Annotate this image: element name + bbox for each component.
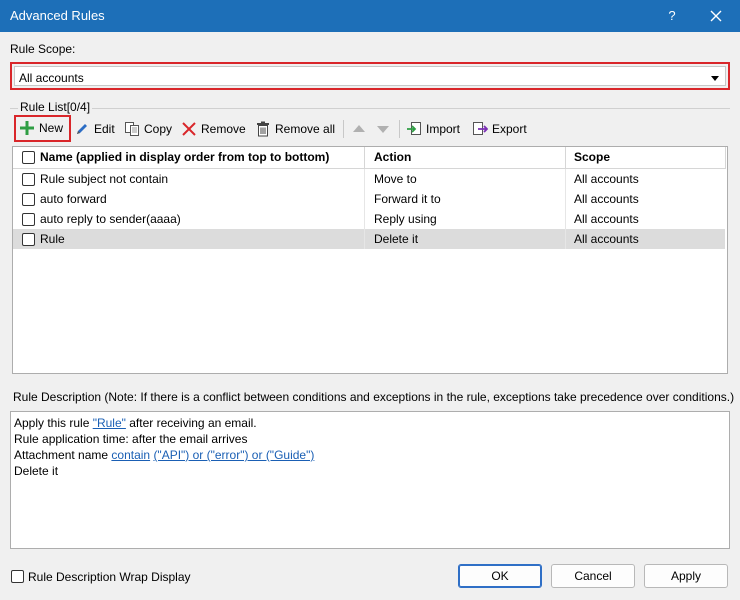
- remove-rule-button[interactable]: Remove: [181, 118, 246, 140]
- column-divider[interactable]: [364, 147, 365, 169]
- copy-rule-label: Copy: [144, 122, 173, 136]
- new-rule-label: New: [39, 121, 64, 135]
- trash-icon: [257, 121, 269, 137]
- rule-action: Reply using: [374, 212, 437, 226]
- table-row[interactable]: auto reply to sender(aaaa) Reply using A…: [13, 209, 725, 229]
- remove-x-icon: [182, 122, 196, 136]
- toolbar-separator-2: [399, 120, 400, 138]
- import-label: Import: [426, 122, 461, 136]
- export-button[interactable]: Export: [472, 118, 527, 140]
- contain-link[interactable]: contain: [111, 448, 150, 462]
- rule-list-label: Rule List[0/4]: [18, 100, 93, 114]
- title-bar: Advanced Rules ?: [0, 0, 740, 32]
- close-button[interactable]: [704, 4, 728, 28]
- rule-scope-value: All accounts: [19, 71, 84, 85]
- rule-scope-select[interactable]: All accounts: [14, 66, 726, 86]
- table-row-selected[interactable]: Rule Delete it All accounts: [13, 229, 725, 249]
- plus-icon: [20, 121, 34, 135]
- row-checkbox[interactable]: [22, 213, 35, 226]
- row-checkbox[interactable]: [22, 193, 35, 206]
- cancel-button[interactable]: Cancel: [551, 564, 635, 588]
- move-down-button[interactable]: [376, 118, 390, 140]
- rule-list-table: Name (applied in display order from top …: [12, 146, 728, 374]
- edit-rule-button[interactable]: Edit: [74, 118, 115, 140]
- rule-name: Rule: [40, 232, 65, 246]
- rule-description-box: Apply this rule "Rule" after receiving a…: [10, 411, 730, 549]
- export-label: Export: [492, 122, 527, 136]
- table-row[interactable]: auto forward Forward it to All accounts: [13, 189, 725, 209]
- column-header-scope[interactable]: Scope: [574, 150, 610, 164]
- rule-action: Delete it: [374, 232, 419, 246]
- description-line-2: Rule application time: after the email a…: [14, 432, 248, 446]
- edit-rule-label: Edit: [94, 122, 115, 136]
- wrap-display-checkbox[interactable]: [11, 570, 24, 583]
- column-divider[interactable]: [565, 147, 566, 169]
- description-line-3: Attachment name contain ("API") or ("err…: [14, 448, 315, 462]
- pencil-icon: [77, 124, 87, 134]
- rule-name: Rule subject not contain: [40, 172, 169, 186]
- table-row[interactable]: Rule subject not contain Move to All acc…: [13, 169, 725, 189]
- remove-rule-label: Remove: [201, 122, 246, 136]
- import-button[interactable]: Import: [406, 118, 460, 140]
- arrow-down-icon: [377, 126, 389, 133]
- remove-all-button[interactable]: Remove all: [255, 118, 335, 140]
- rule-description-label: Rule Description (Note: If there is a co…: [13, 390, 735, 404]
- apply-button[interactable]: Apply: [644, 564, 728, 588]
- rule-scope: All accounts: [574, 232, 639, 246]
- window-title: Advanced Rules: [10, 8, 105, 23]
- remove-all-label: Remove all: [275, 122, 336, 136]
- rule-scope: All accounts: [574, 172, 639, 186]
- row-checkbox[interactable]: [22, 233, 35, 246]
- arrow-up-icon: [353, 125, 365, 132]
- rule-scope-label: Rule Scope:: [10, 42, 76, 56]
- column-header-name[interactable]: Name (applied in display order from top …: [40, 150, 329, 164]
- copy-icon: [125, 122, 139, 136]
- toolbar-separator: [343, 120, 344, 138]
- rule-name-link[interactable]: "Rule": [93, 416, 126, 430]
- rule-action: Forward it to: [374, 192, 441, 206]
- rule-scope-highlight: All accounts: [10, 62, 730, 90]
- copy-rule-button[interactable]: Copy: [124, 118, 172, 140]
- column-header-action[interactable]: Action: [374, 150, 411, 164]
- chevron-down-icon: [711, 76, 719, 81]
- ok-button[interactable]: OK: [458, 564, 542, 588]
- rule-name: auto reply to sender(aaaa): [40, 212, 181, 226]
- export-icon: [473, 122, 488, 135]
- table-header: Name (applied in display order from top …: [13, 147, 726, 169]
- description-line-1: Apply this rule "Rule" after receiving a…: [14, 416, 257, 430]
- rule-scope: All accounts: [574, 192, 639, 206]
- select-all-checkbox[interactable]: [22, 151, 35, 164]
- help-button[interactable]: ?: [662, 6, 682, 26]
- rule-list-group-border: [10, 108, 730, 109]
- import-icon: [407, 122, 421, 135]
- rule-scope: All accounts: [574, 212, 639, 226]
- keywords-link[interactable]: ("API") or ("error") or ("Guide"): [153, 448, 314, 462]
- rule-action: Move to: [374, 172, 417, 186]
- wrap-display-label[interactable]: Rule Description Wrap Display: [28, 570, 191, 584]
- column-divider: [725, 147, 726, 169]
- new-rule-button[interactable]: New: [14, 115, 71, 142]
- rule-name: auto forward: [40, 192, 107, 206]
- description-line-4: Delete it: [14, 464, 59, 478]
- close-icon: [710, 10, 722, 22]
- row-checkbox[interactable]: [22, 173, 35, 186]
- move-up-button[interactable]: [352, 118, 366, 140]
